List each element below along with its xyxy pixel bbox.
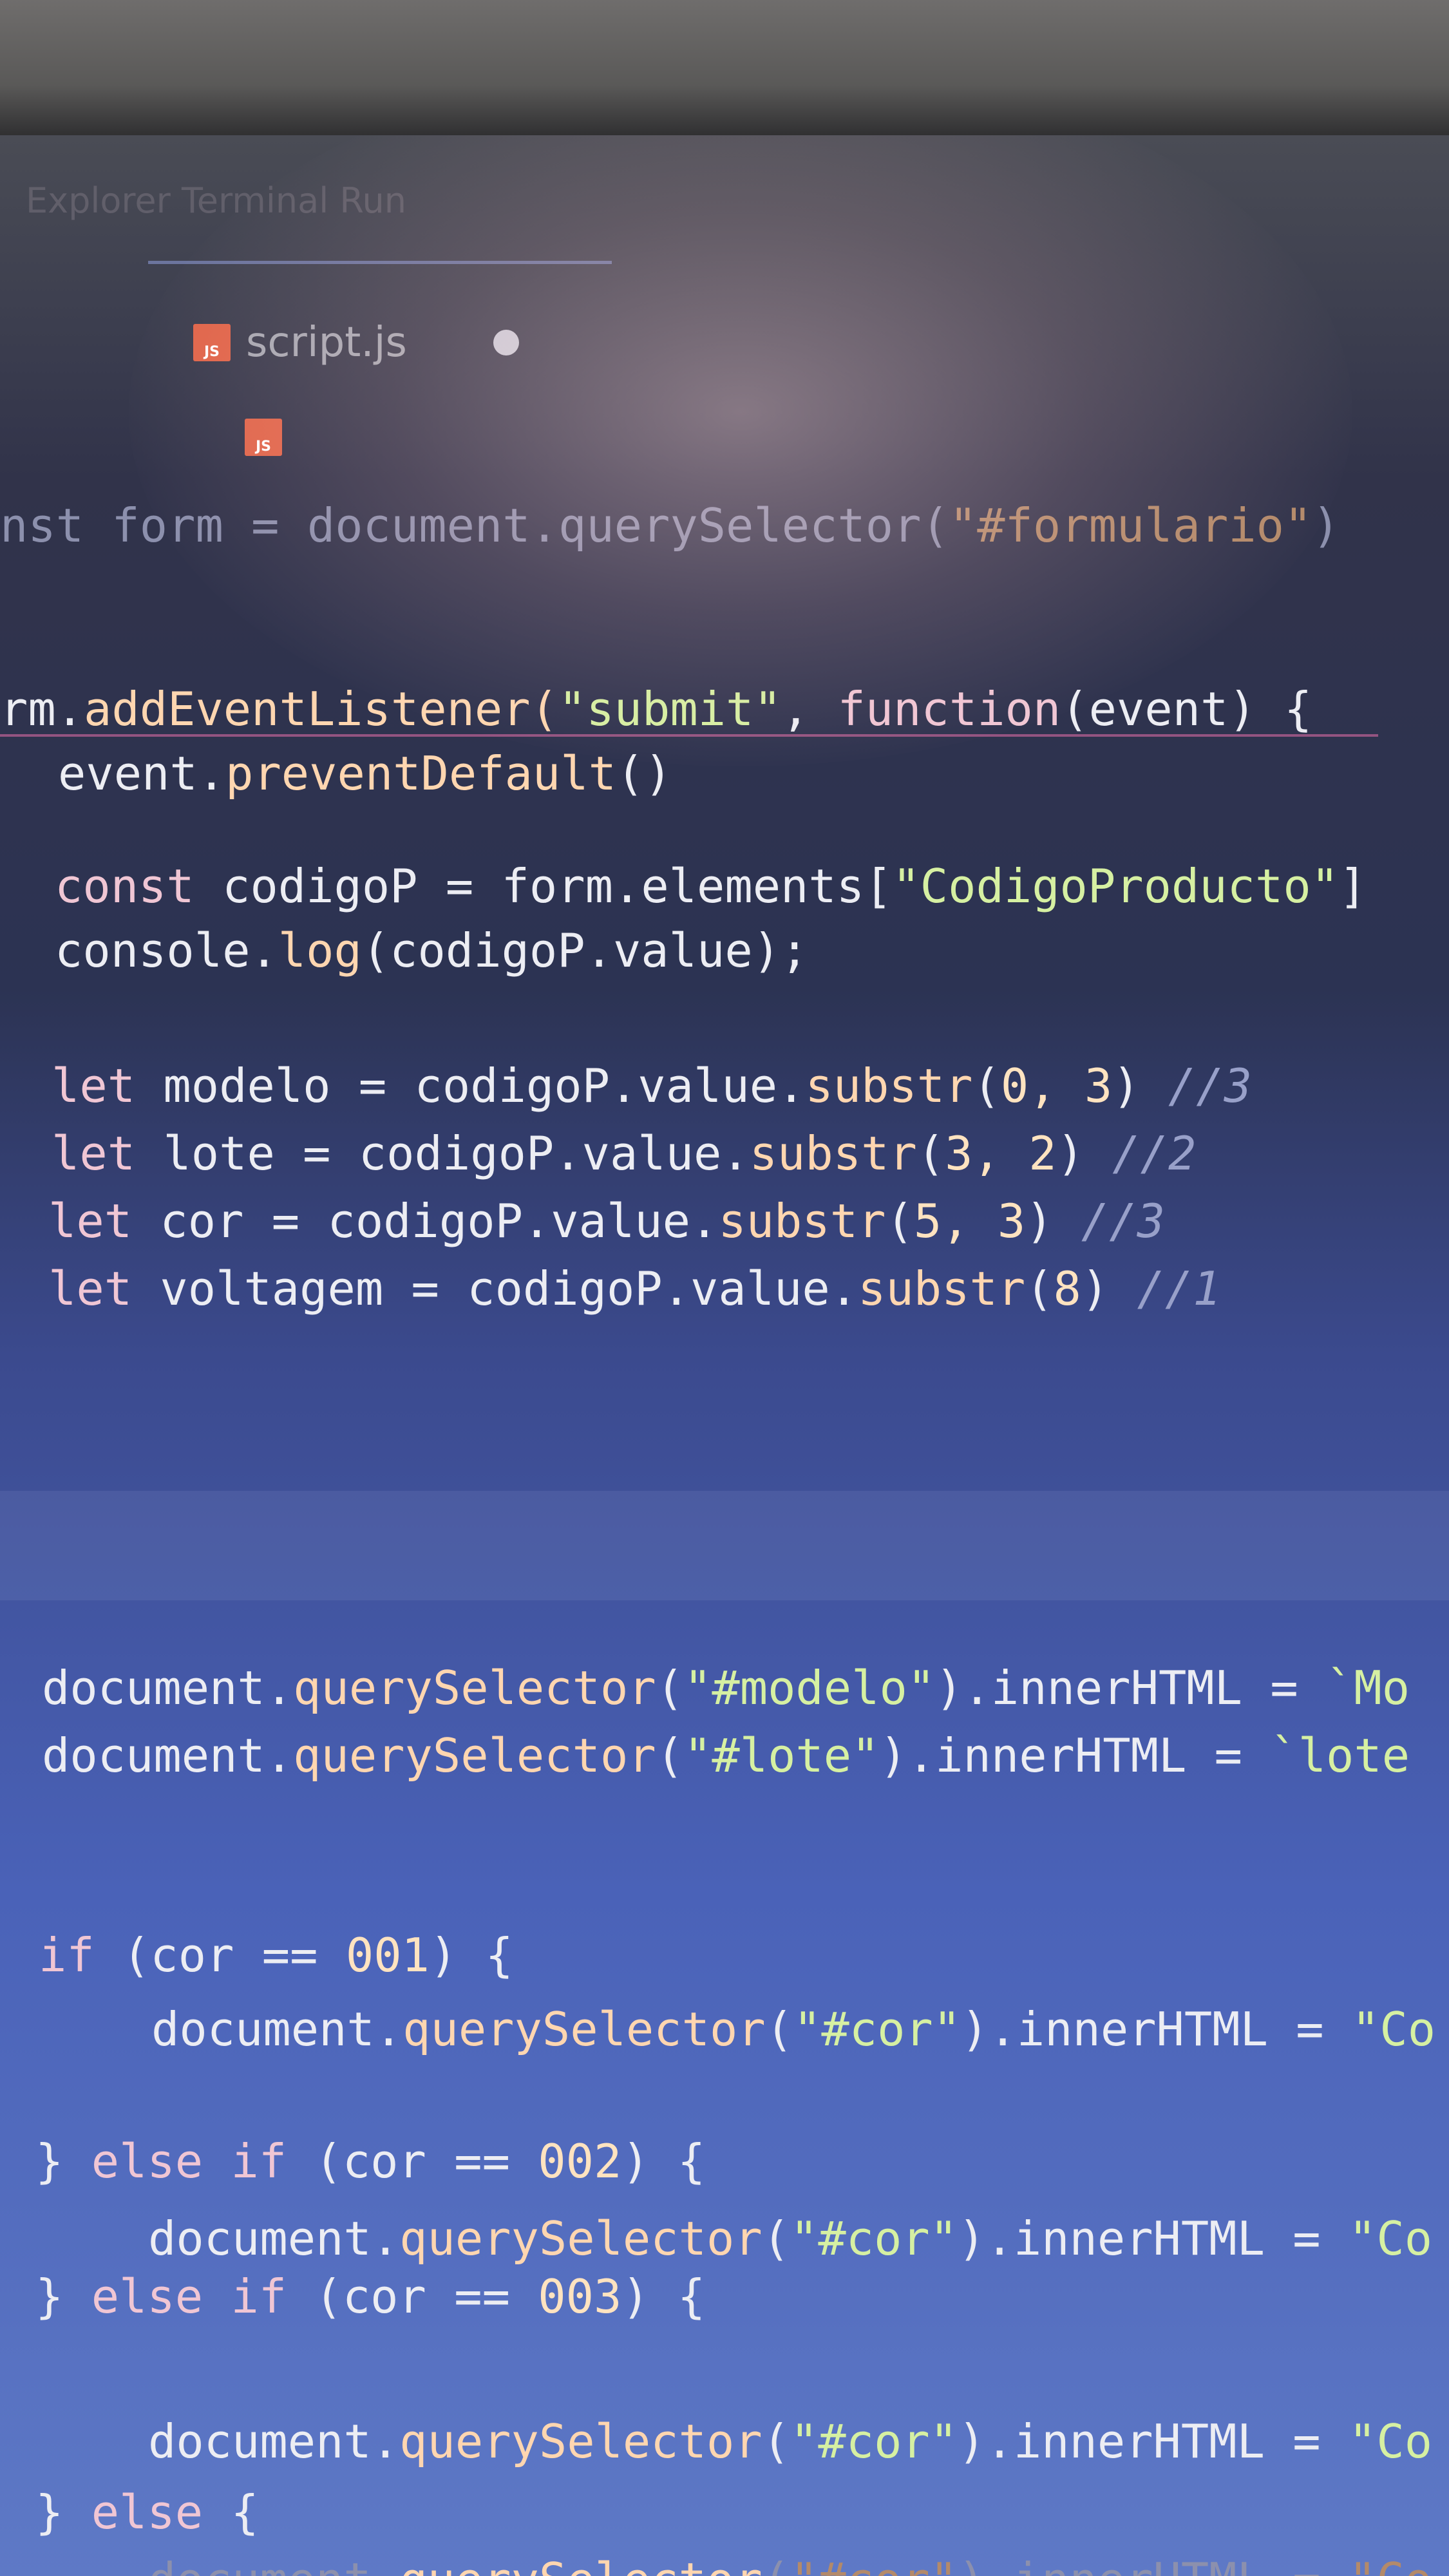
tab-label: script.js [246,319,407,366]
code-line-13: document.querySelector("#cor").innerHTML… [151,2002,1436,2056]
code-line-15: document.querySelector("#cor").innerHTML… [148,2211,1433,2266]
code-line-14: } else if (cor == 002) { [35,2134,706,2188]
code-line-5: console.log(codigoP.value); [55,923,809,978]
code-line-6: let modelo = codigoP.value.substr(0, 3) … [52,1059,1252,1113]
code-line-12: if (cor == 001) { [39,1928,513,1982]
screen-glare [129,135,1352,766]
monitor-bezel [0,0,1449,142]
code-line-17: document.querySelector("#cor").innerHTML… [148,2414,1433,2468]
code-line-19: document.querySelector("#cor").innerHTML… [148,2557,1432,2576]
faded-tab-strip: Explorer Terminal Run [26,180,406,221]
code-line-1: nst form = document.querySelector("#form… [0,498,1340,553]
code-line-2: rm.addEventListener("submit", function(e… [0,682,1312,736]
code-line-8: let cor = codigoP.value.substr(5, 3) //3 [48,1194,1165,1248]
code-line-10: document.querySelector("#modelo").innerH… [42,1661,1410,1715]
unsaved-dot-icon [493,330,519,355]
code-line-9: let voltagem = codigoP.value.substr(8) /… [48,1262,1221,1316]
code-editor-screen: Explorer Terminal Run JS script.js JS ns… [0,135,1449,2576]
tab-second-file[interactable]: JS [245,419,282,456]
code-line-7: let lote = codigoP.value.substr(3, 2) //… [52,1126,1197,1180]
active-tab-underline [148,261,612,264]
tab-script-js[interactable]: JS script.js [193,319,519,366]
code-line-18: } else { [35,2485,259,2539]
editor-band [0,1491,1449,1600]
code-line-11: document.querySelector("#lote").innerHTM… [42,1728,1410,1783]
code-line-16: } else if (cor == 003) { [35,2269,706,2324]
js-file-icon: JS [193,324,231,361]
code-line-3: event.preventDefault() [58,746,672,800]
code-line-4: const codigoP = form.elements["CodigoPro… [55,859,1367,913]
js-file-icon: JS [245,419,282,456]
